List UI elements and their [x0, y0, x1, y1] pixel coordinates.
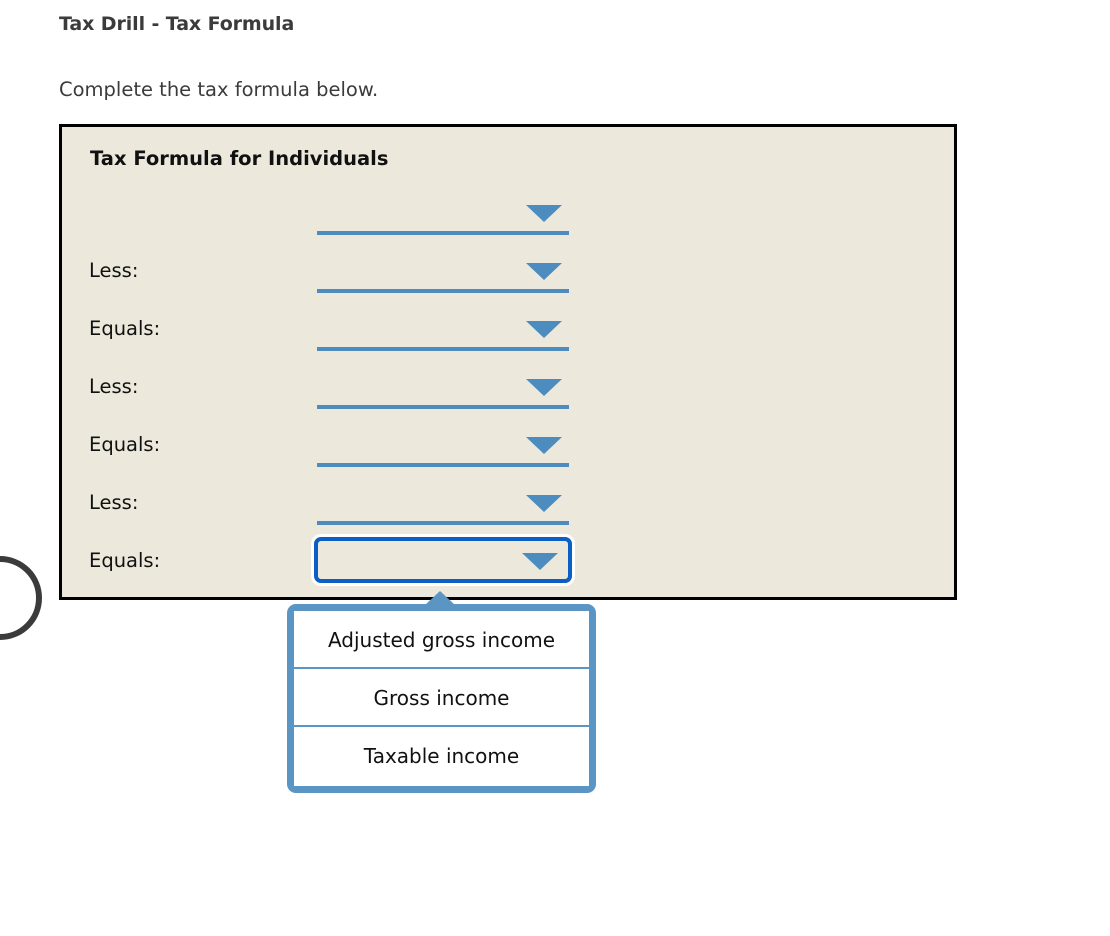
formula-select-5[interactable] — [317, 477, 569, 525]
chevron-down-icon — [522, 553, 558, 570]
dropdown-option[interactable]: Taxable income — [294, 727, 589, 785]
field-underline — [317, 289, 569, 293]
formula-select-2[interactable] — [317, 303, 569, 351]
field-underline — [317, 405, 569, 409]
field-underline — [317, 521, 569, 525]
formula-row-label: Less: — [89, 491, 139, 514]
field-underline — [317, 463, 569, 467]
tax-formula-panel: Tax Formula for Individuals Less: Equals… — [59, 124, 957, 600]
dropdown-option[interactable]: Adjusted gross income — [294, 611, 589, 669]
chevron-down-icon — [526, 437, 562, 454]
formula-select-1[interactable] — [317, 245, 569, 293]
field-underline — [317, 347, 569, 351]
page-title: Tax Drill - Tax Formula — [59, 13, 295, 35]
chevron-down-icon — [526, 379, 562, 396]
formula-select-0[interactable] — [317, 187, 569, 235]
dropdown-popup[interactable]: Adjusted gross income Gross income Taxab… — [287, 604, 596, 793]
formula-row-label: Less: — [89, 375, 139, 398]
formula-row: Equals: — [62, 303, 954, 361]
cursor-circle-artifact — [0, 556, 42, 640]
dropdown-arrow-icon — [425, 591, 455, 605]
formula-row-label: Equals: — [89, 549, 161, 572]
formula-row — [62, 187, 954, 245]
dropdown-option-list: Adjusted gross income Gross income Taxab… — [294, 611, 589, 786]
chevron-down-icon — [526, 263, 562, 280]
chevron-down-icon — [526, 205, 562, 222]
select-box[interactable] — [314, 537, 572, 583]
formula-row: Less: — [62, 245, 954, 303]
formula-row: Less: — [62, 477, 954, 535]
field-underline — [317, 231, 569, 235]
dropdown-option[interactable]: Gross income — [294, 669, 589, 727]
panel-heading: Tax Formula for Individuals — [90, 147, 389, 170]
formula-row-label: Equals: — [89, 433, 161, 456]
formula-row: Less: — [62, 361, 954, 419]
formula-row-label: Less: — [89, 259, 139, 282]
instruction-text: Complete the tax formula below. — [59, 78, 379, 101]
formula-row: Equals: — [62, 535, 954, 593]
chevron-down-icon — [526, 321, 562, 338]
formula-select-3[interactable] — [317, 361, 569, 409]
chevron-down-icon — [526, 495, 562, 512]
formula-select-6-focused[interactable] — [314, 537, 572, 583]
formula-row: Equals: — [62, 419, 954, 477]
formula-row-label: Equals: — [89, 317, 161, 340]
formula-select-4[interactable] — [317, 419, 569, 467]
